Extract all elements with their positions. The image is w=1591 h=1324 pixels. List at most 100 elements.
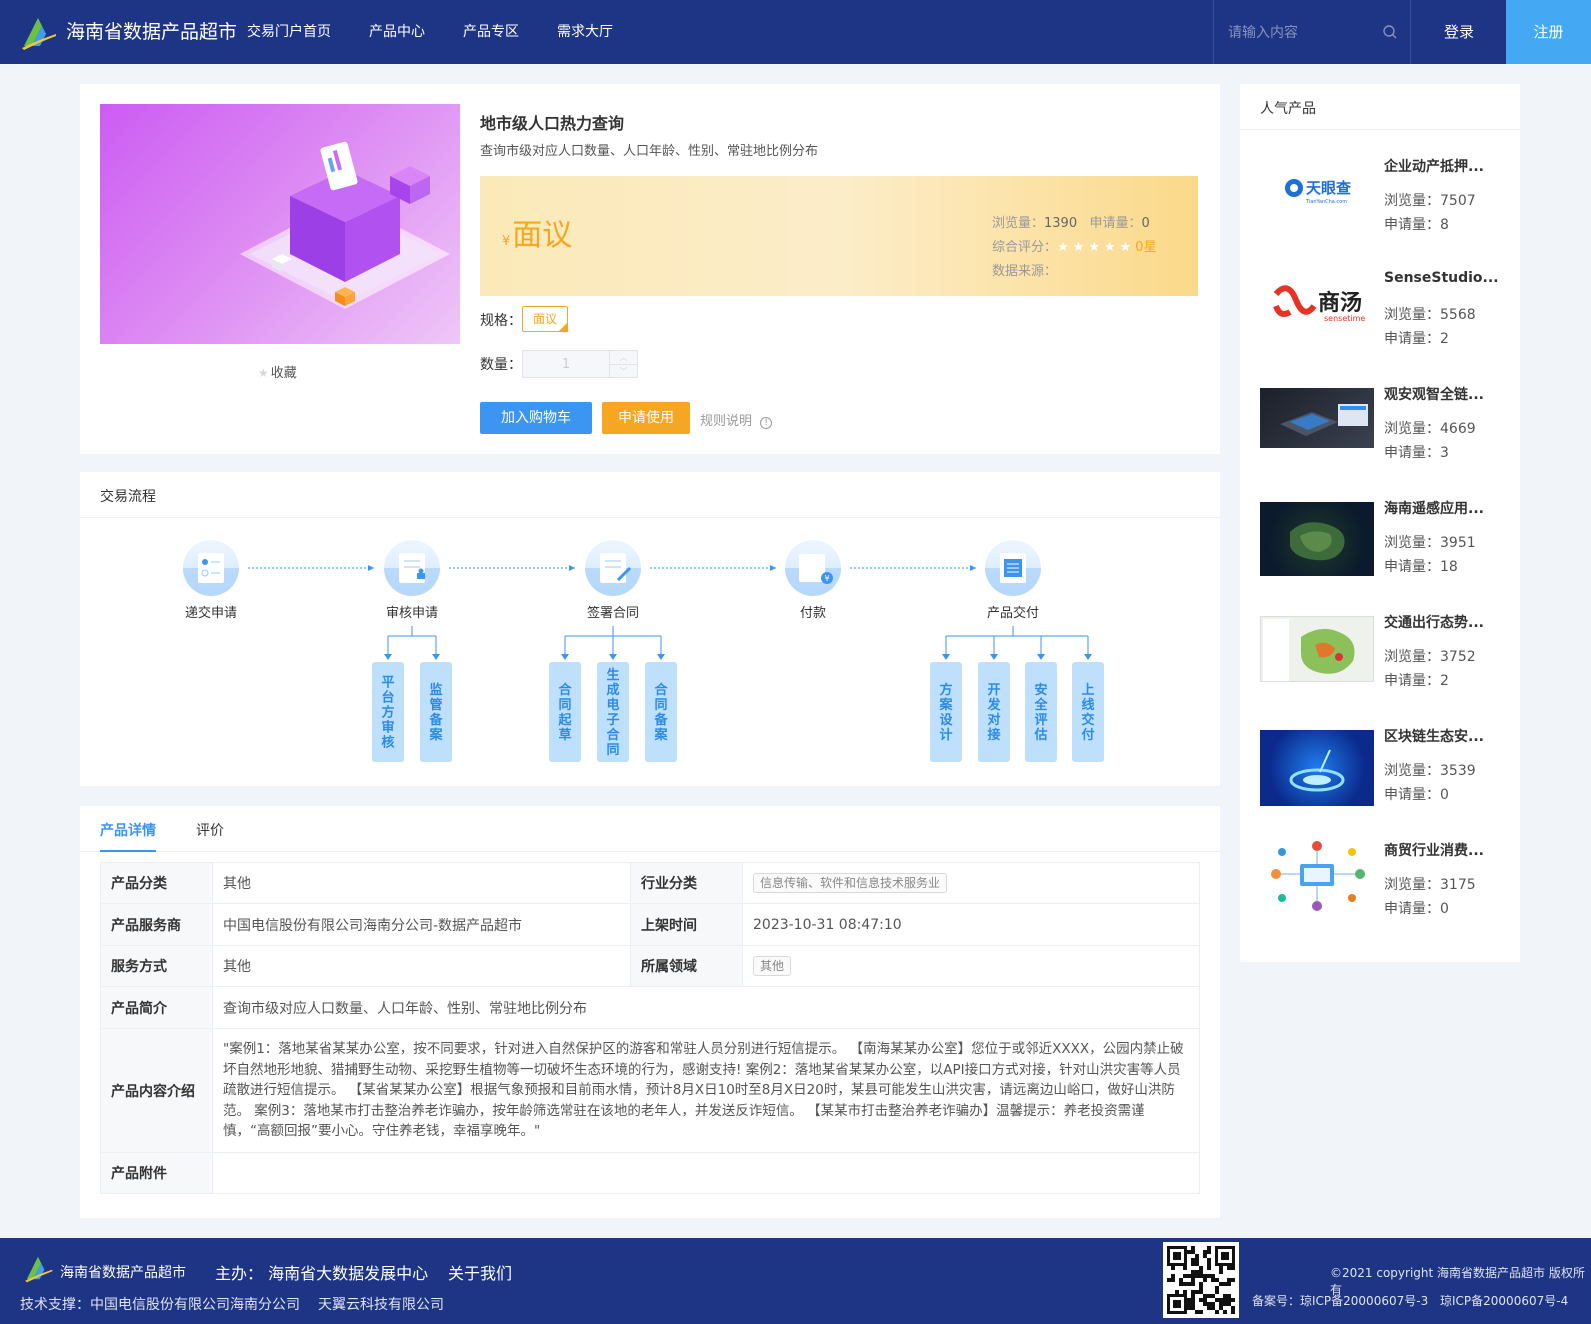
- flow-sub-label: 安全评估: [1033, 682, 1048, 743]
- item-applies: 申请量：2: [1384, 673, 1449, 689]
- search-box: [1213, 0, 1411, 64]
- popular-item[interactable]: 天眼查 TianYanCha.com 企业动产抵押... 浏览量：7507 申请…: [1260, 144, 1510, 240]
- popular-item[interactable]: 商汤 sensetime SenseStudio... 浏览量：5568 申请量…: [1260, 258, 1510, 354]
- cell-value: 信息传输、软件和信息技术服务业: [742, 862, 1200, 904]
- about-us-link[interactable]: 关于我们: [448, 1260, 512, 1284]
- spec-option[interactable]: 面议: [522, 306, 568, 332]
- add-to-cart-button[interactable]: 加入购物车: [480, 402, 592, 434]
- sidebar-title: 人气产品: [1240, 84, 1520, 130]
- item-name[interactable]: 企业动产抵押...: [1384, 156, 1504, 176]
- item-name[interactable]: 区块链生态安...: [1384, 726, 1504, 746]
- brand-name: 天眼查: [1306, 179, 1352, 197]
- site-logo-icon[interactable]: [18, 12, 58, 52]
- step-label: 递交申请: [185, 605, 237, 621]
- chevron-up-icon[interactable]: ︿: [609, 351, 637, 364]
- table-row: 产品分类 其他 行业分类 信息传输、软件和信息技术服务业: [100, 862, 1200, 904]
- cell-value: 2023-10-31 08:47:10: [742, 903, 1200, 946]
- register-button[interactable]: 注册: [1506, 0, 1591, 64]
- search-input[interactable]: [1228, 22, 1368, 44]
- item-name[interactable]: SenseStudio...: [1384, 270, 1504, 286]
- popular-item[interactable]: 商贸行业消费... 浏览量：3175 申请量：0: [1260, 828, 1510, 924]
- cell-value: 查询市级对应人口数量、人口年龄、性别、常驻地比例分布: [212, 986, 1200, 1029]
- tab-detail[interactable]: 产品详情: [100, 820, 156, 840]
- popular-item[interactable]: 观安观智全链... 浏览量：4669 申请量：3: [1260, 372, 1510, 468]
- flow-sub-label: 合同起草: [557, 682, 572, 743]
- tab-reviews[interactable]: 评价: [196, 820, 224, 840]
- step-review-icon: [384, 540, 440, 596]
- item-views: 浏览量：4669: [1384, 421, 1476, 437]
- item-views: 浏览量：3175: [1384, 877, 1476, 893]
- popular-item[interactable]: 区块链生态安... 浏览量：3539 申请量：0: [1260, 714, 1510, 810]
- item-name[interactable]: 交通出行态势...: [1384, 612, 1504, 632]
- cell-key: 所属领域: [630, 945, 743, 987]
- flow-diagram: ¥ 递交申请 审核申请 签署合同 付款 产品交付 平台方审核监管备案合同起草生成…: [183, 540, 1104, 762]
- cell-value: "案例1：落地某省某某办公室，按不同要求，针对进入自然保护区的游客和常驻人员分别…: [212, 1028, 1200, 1153]
- nav-zone[interactable]: 产品专区: [463, 22, 519, 42]
- product-summary-card: ★ 收藏 地市级人口热力查询 查询市级对应人口数量、人口年龄、性别、常驻地比例分布…: [80, 84, 1220, 454]
- price: ¥面议: [502, 210, 572, 254]
- favorite-button[interactable]: ★ 收藏: [258, 362, 297, 381]
- main-nav: 交易门户首页 产品中心 产品专区 需求大厅: [247, 22, 651, 42]
- rating-stars-icon: ★★★★★: [1057, 240, 1136, 255]
- step-submit-icon: [183, 540, 239, 596]
- qr-code-icon: [1163, 1242, 1239, 1318]
- active-tab-indicator: [100, 850, 156, 852]
- table-row: 产品附件: [100, 1152, 1200, 1194]
- footer-logo-icon: [25, 1256, 53, 1283]
- apply-button[interactable]: 申请使用: [602, 402, 690, 434]
- login-button[interactable]: 登录: [1412, 0, 1506, 64]
- footer-tech-support-2: 天翼云科技有限公司: [318, 1297, 444, 1313]
- svg-text:¥: ¥: [824, 574, 829, 583]
- views-value: 1390: [1044, 216, 1078, 231]
- site-title[interactable]: 海南省数据产品超市: [66, 20, 237, 44]
- cell-key: 产品服务商: [100, 903, 213, 946]
- flow-sub-label: 开发对接: [986, 683, 1001, 743]
- rating-label: 综合评分：: [992, 240, 1058, 255]
- rating-value: 0星: [1135, 240, 1157, 255]
- popular-item[interactable]: 海南遥感应用... 浏览量：3951 申请量：18: [1260, 486, 1510, 582]
- cell-value: 中国电信股份有限公司海南分公司-数据产品超市: [212, 903, 631, 946]
- detail-tabs: 产品详情 评价: [80, 806, 1220, 852]
- item-views: 浏览量：7507: [1384, 193, 1476, 209]
- flow-title: 交易流程: [80, 472, 1220, 518]
- top-header: 海南省数据产品超市 交易门户首页 产品中心 产品专区 需求大厅 登录 注册: [0, 0, 1591, 64]
- item-name[interactable]: 海南遥感应用...: [1384, 498, 1504, 518]
- blockchain-image: [1260, 730, 1374, 806]
- icp-record-2[interactable]: 琼ICP备20000607号-4: [1440, 1292, 1568, 1309]
- rules-link[interactable]: 规则说明 !: [700, 410, 773, 429]
- flow-sub-label: 方案设计: [938, 682, 953, 743]
- step-contract-icon: [585, 540, 641, 596]
- table-row: 产品内容介绍 "案例1：落地某省某某办公室，按不同要求，针对进入自然保护区的游客…: [100, 1028, 1200, 1153]
- step-payment-icon: ¥: [785, 540, 841, 596]
- price-panel: ¥面议 浏览量：1390 申请量：0 综合评分：★★★★★0星 数据来源：: [480, 176, 1198, 296]
- item-name[interactable]: 商贸行业消费...: [1384, 840, 1504, 860]
- cell-value: 其他: [742, 945, 1200, 987]
- table-row: 产品简介 查询市级对应人口数量、人口年龄、性别、常驻地比例分布: [100, 986, 1200, 1029]
- item-applies: 申请量：8: [1384, 217, 1449, 233]
- popular-item[interactable]: 交通出行态势... 浏览量：3752 申请量：2: [1260, 600, 1510, 696]
- device-image: [1260, 388, 1374, 448]
- product-subtitle: 查询市级对应人口数量、人口年龄、性别、常驻地比例分布: [480, 144, 819, 159]
- quantity-input[interactable]: [523, 351, 609, 377]
- nav-products[interactable]: 产品中心: [369, 22, 425, 42]
- step-label: 产品交付: [987, 605, 1039, 621]
- flow-sub-label: 生成电子合同: [606, 667, 620, 758]
- nav-home[interactable]: 交易门户首页: [247, 22, 331, 42]
- table-row: 产品服务商 中国电信股份有限公司海南分公司-数据产品超市 上架时间 2023-1…: [100, 903, 1200, 946]
- cell-key: 服务方式: [100, 945, 213, 987]
- icp-record[interactable]: 备案号：琼ICP备20000607号-3: [1252, 1292, 1428, 1309]
- star-icon: ★: [258, 366, 269, 380]
- spec-label: 规格：: [480, 313, 522, 329]
- search-icon[interactable]: [1382, 24, 1398, 40]
- cell-key: 产品内容介绍: [100, 1028, 213, 1153]
- cell-key: 产品简介: [100, 986, 213, 1029]
- tianyancha-logo: 天眼查 TianYanCha.com: [1260, 158, 1374, 224]
- item-name[interactable]: 观安观智全链...: [1384, 384, 1504, 404]
- chevron-down-icon[interactable]: ﹀: [609, 364, 637, 377]
- isometric-cube-illustration: [240, 141, 450, 309]
- applies-value: 0: [1141, 216, 1150, 231]
- transaction-flow-card: 交易流程 ¥ 递交申请 审核申请 签署合同 付款 产品交付 平台方审核 监管备案…: [80, 472, 1220, 786]
- nav-demand[interactable]: 需求大厅: [557, 22, 613, 42]
- industry-tag: 信息传输、软件和信息技术服务业: [753, 873, 948, 893]
- step-label: 签署合同: [587, 605, 639, 621]
